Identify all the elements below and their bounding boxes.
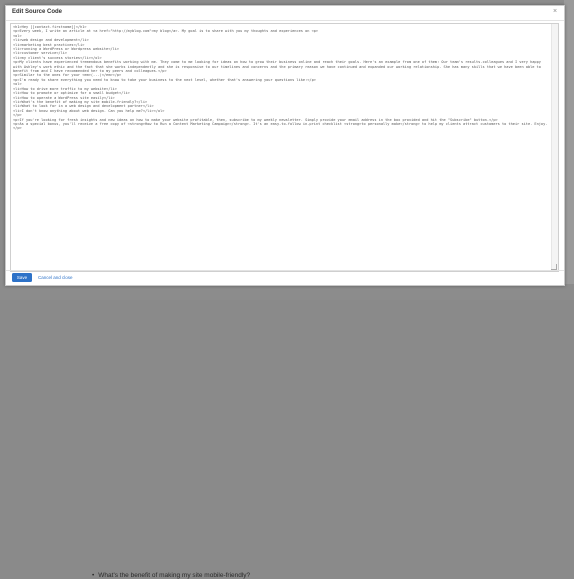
background-scroll-edge (564, 0, 574, 300)
editor-scrollbar[interactable] (551, 24, 558, 271)
background-content: What's the benefit of making my site mob… (0, 284, 574, 579)
dialog-footer: Save Cancel and close (6, 270, 564, 285)
code-line: <p>As a special bonus, you'll receive a … (13, 121, 548, 131)
cancel-and-close-link[interactable]: Cancel and close (38, 275, 73, 280)
code-line: <p>My clients have experienced tremendou… (13, 60, 541, 74)
dialog-header: Edit Source Code × (6, 6, 564, 21)
source-code-content[interactable]: <h1>Hey [[contact.firstname]]</h1> <p>Eve… (13, 25, 550, 131)
close-icon[interactable]: × (551, 8, 559, 16)
background-bullet-item: What's the benefit of making my site mob… (92, 572, 250, 579)
save-button[interactable]: Save (12, 273, 32, 282)
source-code-textarea[interactable]: <h1>Hey [[contact.firstname]]</h1> <p>Eve… (10, 23, 559, 272)
dialog-title: Edit Source Code (12, 9, 63, 15)
edit-source-dialog: Edit Source Code × <h1>Hey [[contact.fir… (5, 5, 565, 286)
